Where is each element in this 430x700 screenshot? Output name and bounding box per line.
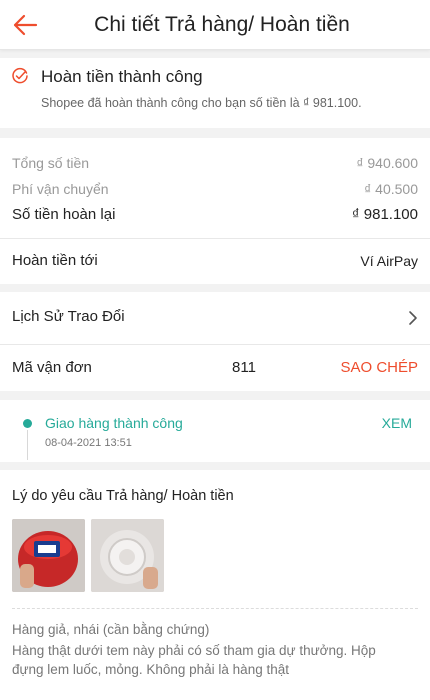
back-arrow-icon[interactable] <box>12 12 38 38</box>
dashed-divider <box>12 608 418 609</box>
status-title: Hoàn tiền thành công <box>41 67 203 86</box>
history-content: Lịch Sử Trao Đổi <box>12 308 418 325</box>
refund-to-value: Ví AirPay <box>360 252 418 269</box>
refund-label: Số tiền hoàn lại <box>12 206 116 223</box>
chevron-right-icon <box>409 311 417 325</box>
total-value: ₫ 940.600 <box>356 155 418 171</box>
product-photo-image <box>91 519 164 592</box>
shipping-label: Phí vận chuyển <box>12 181 109 197</box>
refund-to-label: Hoàn tiền tới <box>12 252 98 269</box>
delivery-title: Giao hàng thành công <box>45 415 183 431</box>
page-title: Chi tiết Trả hàng/ Hoàn tiền <box>94 12 350 36</box>
total-row: Tổng số tiền ₫ 940.600 <box>12 155 418 171</box>
view-button[interactable]: XEM <box>382 415 412 431</box>
status-description: Shopee đã hoàn thành công cho bạn số tiề… <box>41 96 362 110</box>
total-label: Tổng số tiền <box>12 155 90 171</box>
product-photo-image <box>12 519 85 592</box>
check-circle-icon <box>12 67 28 84</box>
tracking-row: Mã vận đơn 811 SAO CHÉP <box>0 345 430 391</box>
amounts-card: Tổng số tiền ₫ 940.600 Phí vận chuyển ₫ … <box>0 138 430 238</box>
refund-to-content: Hoàn tiền tới Ví AirPay <box>12 252 418 269</box>
timeline-line <box>27 430 28 460</box>
return-reason-card: Lý do yêu cầu Trả hàng/ Hoàn tiền Hàng g… <box>0 470 430 700</box>
history-label: Lịch Sử Trao Đổi <box>12 308 125 325</box>
header: Chi tiết Trả hàng/ Hoàn tiền <box>0 0 430 50</box>
evidence-photo[interactable] <box>91 519 164 592</box>
shipping-row: Phí vận chuyển ₫ 40.500 <box>12 181 418 197</box>
shipping-value: ₫ 40.500 <box>364 181 418 197</box>
delivery-time: 08-04-2021 13:51 <box>45 437 132 449</box>
exchange-history-row[interactable]: Lịch Sử Trao Đổi <box>0 292 430 344</box>
tracking-number: 811 <box>232 359 256 376</box>
reason-title: Lý do yêu cầu Trả hàng/ Hoàn tiền <box>12 488 234 504</box>
tracking-content: Mã vận đơn 811 SAO CHÉP <box>12 359 418 376</box>
refund-status-card: Hoàn tiền thành công Shopee đã hoàn thàn… <box>0 58 430 128</box>
refund-value: ₫ 981.100 <box>351 206 418 223</box>
timeline-dot <box>23 419 32 428</box>
delivery-status-row: Giao hàng thành công 08-04-2021 13:51 XE… <box>0 400 430 462</box>
reason-description: Hàng thật dưới tem này phải có số tham g… <box>12 643 376 677</box>
copy-button[interactable]: SAO CHÉP <box>340 359 418 376</box>
refund-row: Số tiền hoàn lại ₫ 981.100 <box>12 206 418 223</box>
tracking-label: Mã vận đơn <box>12 359 92 376</box>
evidence-photo[interactable] <box>12 519 85 592</box>
reason-type: Hàng giả, nhái (cần bằng chứng) <box>12 622 210 637</box>
refund-to-row: Hoàn tiền tới Ví AirPay <box>0 239 430 284</box>
